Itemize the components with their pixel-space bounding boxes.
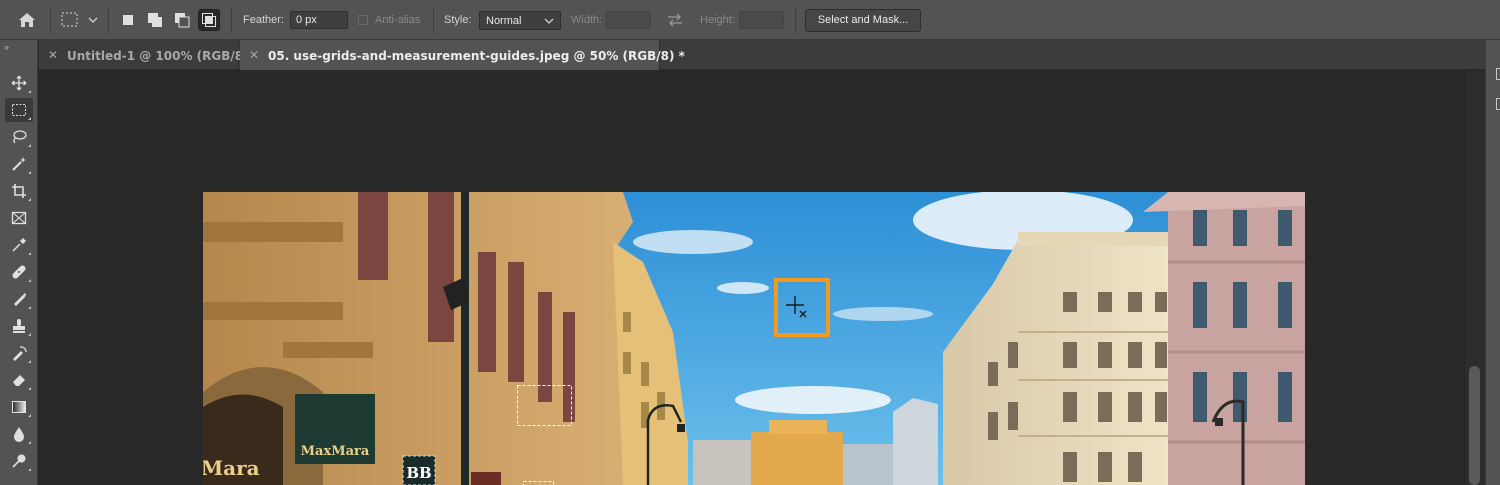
clone-stamp-tool[interactable] <box>5 314 33 338</box>
height-input[interactable] <box>739 11 784 29</box>
move-icon <box>11 75 27 91</box>
marquee-preset-picker[interactable] <box>58 9 102 31</box>
options-bar: Feather: Anti-alias Style: Normal Width:… <box>0 0 1500 40</box>
style-select[interactable]: Normal <box>479 11 561 30</box>
home-icon[interactable] <box>14 10 40 30</box>
panel-icon[interactable] <box>1496 98 1500 110</box>
dodge-tool[interactable] <box>5 449 33 473</box>
anti-alias-checkbox[interactable] <box>358 15 368 25</box>
mara-sign: Mara <box>203 456 260 480</box>
healing-brush-tool[interactable] <box>5 260 33 284</box>
panel-icon[interactable] <box>1496 68 1500 80</box>
history-brush-icon <box>13 346 27 361</box>
tab-use-grids-image[interactable]: ✕ 05. use-grids-and-measurement-guides.j… <box>240 40 685 70</box>
blur-tool[interactable] <box>5 422 33 446</box>
crop-tool[interactable] <box>5 179 33 203</box>
gradient-tool[interactable] <box>5 395 33 419</box>
tab-label: Untitled-1 @ 100% (RGB/8) <box>67 49 249 63</box>
document-tab-bar: ✕ Untitled-1 @ 100% (RGB/8) ✕ 05. use-gr… <box>39 40 1485 70</box>
healing-brush-icon <box>12 265 26 279</box>
eraser-tool[interactable] <box>5 368 33 392</box>
new-selection-button[interactable] <box>118 10 138 30</box>
document-canvas-image[interactable]: MaxMara Mara BB <box>203 192 1305 485</box>
vertical-scrollbar[interactable] <box>1466 71 1485 485</box>
street-photo: MaxMara Mara BB <box>203 192 1305 485</box>
tab-label: 05. use-grids-and-measurement-guides.jpe… <box>268 49 685 63</box>
crop-icon <box>12 184 26 198</box>
width-input[interactable] <box>606 11 651 29</box>
add-to-selection-button[interactable] <box>145 10 165 30</box>
subtract-from-selection-button[interactable] <box>172 10 192 30</box>
style-label: Style: <box>444 14 472 26</box>
dodge-icon <box>12 454 26 468</box>
close-tab-icon[interactable]: ✕ <box>48 48 58 62</box>
eraser-icon <box>13 375 25 386</box>
tab-untitled-1[interactable]: ✕ Untitled-1 @ 100% (RGB/8) <box>39 40 249 70</box>
anti-alias-label: Anti-alias <box>375 14 421 26</box>
lasso-tool[interactable] <box>5 125 33 149</box>
move-tool[interactable] <box>5 71 33 95</box>
swap-width-height-icon[interactable] <box>666 12 684 28</box>
scrollbar-thumb[interactable] <box>1469 366 1480 485</box>
lasso-icon <box>13 130 27 144</box>
brush-icon <box>14 293 26 306</box>
divider <box>795 7 796 33</box>
right-panel-dock <box>1485 40 1500 485</box>
eyedropper-tool[interactable] <box>5 233 33 257</box>
maxmara-sign: MaxMara <box>301 444 370 459</box>
chevron-down-icon <box>544 18 554 24</box>
frame-icon <box>11 211 27 225</box>
feather-label: Feather: <box>243 14 284 26</box>
divider <box>433 7 434 33</box>
magic-wand-icon <box>12 157 26 171</box>
close-tab-icon[interactable]: ✕ <box>249 48 259 62</box>
brush-tool[interactable] <box>5 287 33 311</box>
divider <box>50 7 51 33</box>
clone-stamp-icon <box>13 319 25 333</box>
magic-wand-tool[interactable] <box>5 152 33 176</box>
marquee-tool[interactable] <box>5 98 33 122</box>
select-and-mask-button[interactable]: Select and Mask... <box>805 9 921 32</box>
collapse-panel-icon[interactable]: ›› <box>4 42 9 52</box>
blur-icon <box>14 427 24 442</box>
width-label: Width: <box>571 14 603 26</box>
gradient-icon <box>12 401 26 413</box>
intersect-selection-button[interactable] <box>198 9 220 31</box>
divider <box>231 7 232 33</box>
history-brush-tool[interactable] <box>5 341 33 365</box>
eyedropper-icon <box>12 238 26 252</box>
tools-panel: ›› <box>0 40 38 485</box>
frame-tool[interactable] <box>5 206 33 230</box>
style-select-value: Normal <box>486 15 522 27</box>
feather-input[interactable] <box>290 11 348 29</box>
height-label: Height: <box>700 14 735 26</box>
bb-sign: BB <box>406 464 431 482</box>
divider <box>108 7 109 33</box>
rectangular-marquee-icon <box>12 104 26 116</box>
